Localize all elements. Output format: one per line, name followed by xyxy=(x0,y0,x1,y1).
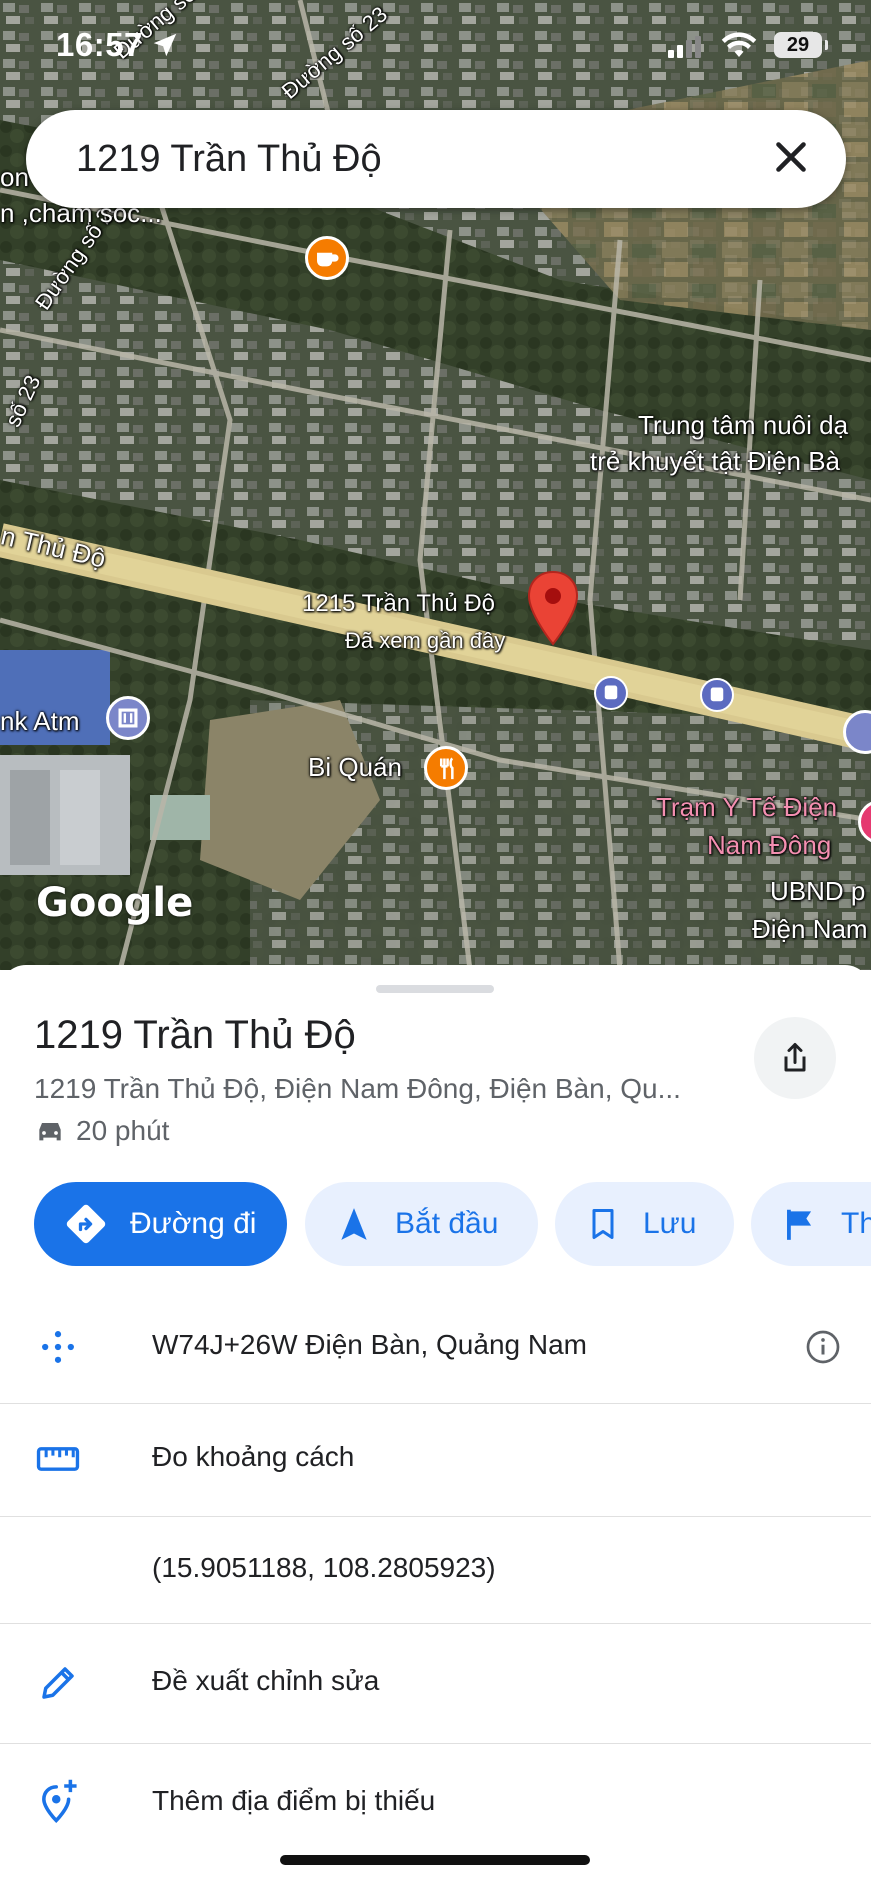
map-place-label: Nam Đông xyxy=(707,830,832,860)
add-missing-place-row[interactable]: Thêm địa điểm bị thiếu xyxy=(0,1743,871,1863)
travel-time-value: 20 phút xyxy=(76,1115,170,1146)
bookmark-icon xyxy=(592,1209,614,1239)
suggest-edit-row[interactable]: Đề xuất chỉnh sửa xyxy=(0,1623,871,1744)
drag-handle[interactable] xyxy=(376,985,494,993)
car-icon xyxy=(39,1123,61,1141)
plus-code-row[interactable]: W74J+26W Điện Bàn, Quảng Nam xyxy=(0,1291,871,1404)
label-button[interactable]: Th xyxy=(751,1182,871,1266)
map-place-label: trẻ khuyết tật Điện Bà xyxy=(590,446,841,476)
map-place-label: nk Atm xyxy=(0,706,80,736)
place-address: 1219 Trần Thủ Độ, Điện Nam Đông, Điện Bà… xyxy=(34,1073,681,1104)
action-chips: Đường đi Bắt đầu Lưu Th xyxy=(34,1182,871,1266)
coordinates-text: (15.9051188, 108.2805923) xyxy=(152,1552,496,1583)
directions-icon xyxy=(66,1204,106,1244)
marker-title-label: 1215 Trần Thủ Độ xyxy=(302,590,496,617)
plus-code-text: W74J+26W Điện Bàn, Quảng Nam xyxy=(152,1329,587,1360)
wifi-icon xyxy=(721,32,757,57)
google-logo: Google xyxy=(36,880,194,926)
map-place-label: Điện Nam xyxy=(752,914,868,944)
save-label: Lưu xyxy=(643,1207,697,1240)
map-place-label: Bi Quán xyxy=(308,752,402,782)
bus-stop-icon[interactable] xyxy=(700,678,734,712)
start-button[interactable]: Bắt đầu xyxy=(305,1182,538,1266)
add-missing-place-label: Thêm địa điểm bị thiếu xyxy=(152,1785,436,1816)
battery-icon: 29 xyxy=(774,32,828,58)
plus-code-icon xyxy=(42,1331,74,1363)
flag-icon xyxy=(787,1209,812,1240)
map-place-label: Trạm Y Tế Điện xyxy=(656,792,838,822)
map-place-label: Trung tâm nuôi dạ xyxy=(638,410,849,440)
share-button[interactable] xyxy=(754,1017,836,1099)
home-indicator[interactable] xyxy=(280,1855,590,1865)
pencil-icon xyxy=(42,1667,74,1699)
map-place-label: on xyxy=(0,162,29,192)
bank-poi-icon[interactable] xyxy=(106,696,150,740)
restaurant-poi-icon[interactable] xyxy=(424,746,468,790)
measure-distance-row[interactable]: Đo khoảng cách xyxy=(0,1403,871,1517)
cafe-poi-icon[interactable] xyxy=(305,236,349,280)
measure-distance-label: Đo khoảng cách xyxy=(152,1441,355,1472)
coordinates-row[interactable]: (15.9051188, 108.2805923) xyxy=(0,1516,871,1624)
directions-label: Đường đi xyxy=(130,1207,257,1240)
navigation-arrow-icon xyxy=(341,1208,367,1240)
share-icon xyxy=(784,1043,806,1072)
start-label: Bắt đầu xyxy=(395,1207,499,1240)
directions-button[interactable]: Đường đi xyxy=(34,1182,287,1266)
status-time: 16:57 xyxy=(56,26,143,63)
signal-icon xyxy=(668,36,701,58)
suggest-edit-label: Đề xuất chỉnh sửa xyxy=(152,1665,380,1696)
place-title: 1219 Trần Thủ Độ xyxy=(34,1013,356,1057)
location-arrow-icon xyxy=(153,33,177,57)
marker-subtitle-label: Đã xem gần đây xyxy=(345,628,506,653)
bus-stop-icon[interactable] xyxy=(594,676,628,710)
add-place-icon xyxy=(42,1779,77,1823)
status-bar: 16:57 29 xyxy=(0,0,871,96)
location-pin-icon[interactable] xyxy=(525,570,581,650)
travel-time: 20 phút xyxy=(34,1115,169,1147)
save-button[interactable]: Lưu xyxy=(555,1182,734,1266)
search-input[interactable]: 1219 Trần Thủ Độ xyxy=(76,138,382,181)
label-label: Th xyxy=(841,1207,871,1240)
info-icon[interactable] xyxy=(805,1329,841,1365)
search-bar[interactable]: 1219 Trần Thủ Độ xyxy=(26,110,846,208)
ruler-icon xyxy=(36,1447,80,1471)
close-icon[interactable] xyxy=(766,132,816,182)
place-details-sheet: 1219 Trần Thủ Độ 1219 Trần Thủ Độ, Điện … xyxy=(0,965,871,1884)
map-place-label: UBND p xyxy=(770,876,866,906)
